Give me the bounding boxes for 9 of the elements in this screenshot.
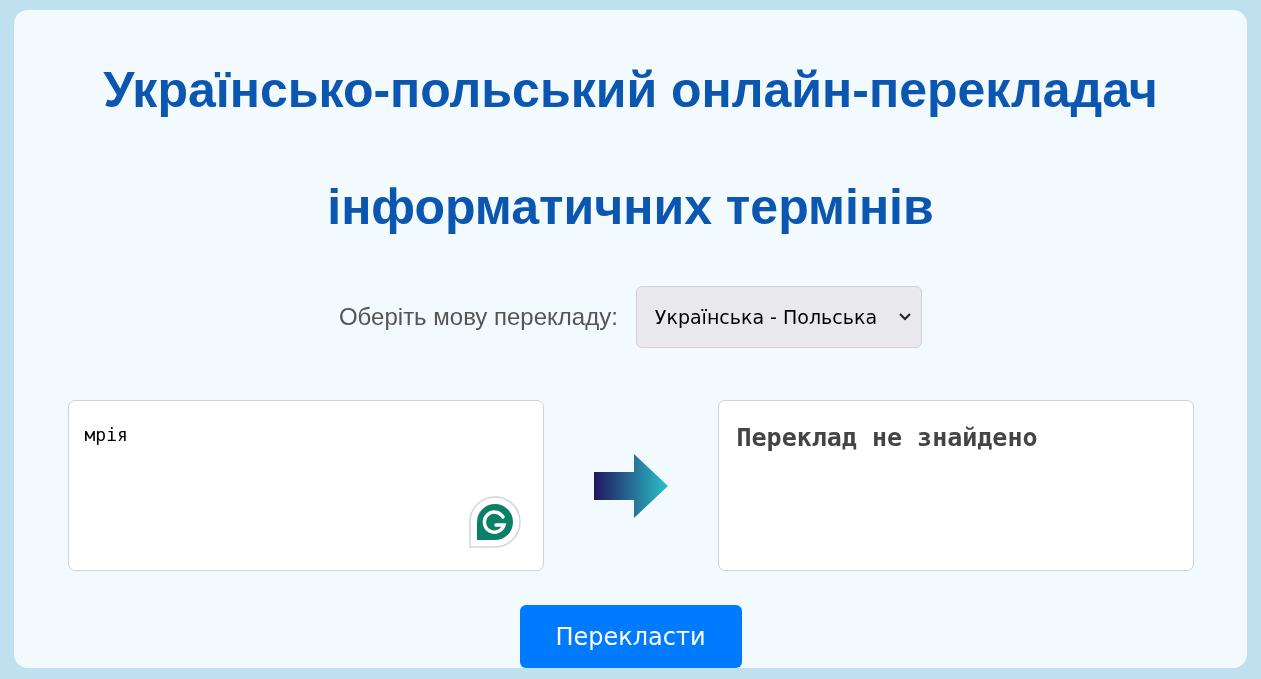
- translate-button[interactable]: Перекласти: [519, 605, 742, 668]
- chevron-down-icon: [899, 313, 912, 321]
- page-title: Українсько-польський онлайн-перекладач інформатичних термінів: [102, 61, 1159, 237]
- output-box: Переклад не знайдено: [717, 400, 1194, 571]
- arrow-right-icon: [591, 451, 670, 520]
- language-label: Оберіть мову перекладу:: [338, 302, 618, 332]
- input-field[interactable]: мрія: [67, 400, 544, 571]
- assistant-badge-icon: [468, 496, 521, 548]
- language-select[interactable]: Українська - Польська: [635, 286, 923, 348]
